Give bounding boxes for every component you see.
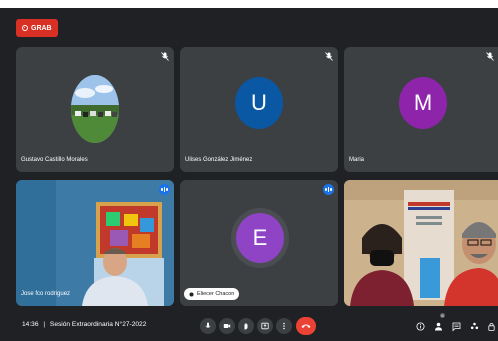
meeting-time: 14:36 bbox=[22, 321, 39, 328]
participant-name: Eliecer Chacon bbox=[197, 291, 235, 297]
participant-photo bbox=[71, 75, 119, 143]
top-strip bbox=[0, 0, 498, 8]
people-icon[interactable] bbox=[434, 321, 443, 332]
participant-video bbox=[344, 180, 498, 306]
raise-hand-button[interactable] bbox=[238, 318, 254, 334]
present-icon bbox=[261, 322, 269, 330]
mic-off-icon bbox=[486, 52, 494, 61]
people-count-badge: 6 bbox=[440, 313, 445, 318]
bottom-bar: 14:36 | Sesión Extraordinaria N°27-2022 bbox=[0, 308, 498, 341]
avatar-initial: M bbox=[413, 90, 433, 115]
lock-icon[interactable] bbox=[487, 321, 496, 332]
meeting-title: Sesión Extraordinaria N°27-2022 bbox=[49, 321, 147, 328]
more-icon bbox=[283, 322, 285, 330]
participant-tile[interactable]: Gustavo Castillo Morales bbox=[16, 47, 174, 172]
name-chip: Eliecer Chacon bbox=[184, 288, 240, 300]
chat-icon[interactable] bbox=[452, 321, 461, 332]
mic-icon bbox=[205, 322, 211, 328]
recording-badge: GRAB bbox=[16, 19, 58, 37]
hangup-button[interactable] bbox=[296, 317, 316, 335]
participant-name: Gustavo Castillo Morales bbox=[21, 157, 88, 163]
participant-avatar: M bbox=[399, 77, 447, 129]
participant-avatar: E bbox=[236, 213, 284, 263]
participant-tile[interactable]: E Eliecer Chacon bbox=[180, 180, 338, 306]
speaking-indicator-icon bbox=[159, 184, 170, 195]
participant-tile[interactable]: Jose fco rodriguez bbox=[16, 180, 174, 306]
avatar-initial: E bbox=[252, 225, 268, 250]
hand-icon bbox=[189, 292, 194, 296]
camera-icon bbox=[223, 324, 231, 328]
participant-name: Maria bbox=[349, 157, 365, 163]
meeting-separator: | bbox=[43, 321, 46, 328]
mic-button[interactable] bbox=[200, 318, 216, 334]
hangup-icon bbox=[301, 324, 311, 328]
meet-stage: GRAB Gustavo Castillo Morales U Ulises G… bbox=[0, 0, 498, 341]
recording-label: GRAB bbox=[31, 24, 52, 32]
more-options-button[interactable] bbox=[276, 318, 292, 334]
participant-tile[interactable]: U Ulises González Jiménez bbox=[180, 47, 338, 172]
mic-off-icon bbox=[161, 52, 169, 61]
record-icon bbox=[22, 25, 28, 31]
hand-icon bbox=[244, 322, 248, 330]
info-icon[interactable] bbox=[416, 321, 425, 332]
activities-icon[interactable] bbox=[470, 321, 479, 332]
meeting-info: 14:36 | Sesión Extraordinaria N°27-2022 bbox=[22, 321, 146, 328]
participant-video bbox=[16, 180, 174, 306]
participant-avatar: U bbox=[235, 77, 283, 129]
speaking-indicator-icon bbox=[323, 184, 334, 195]
participant-tile[interactable] bbox=[344, 180, 498, 306]
participant-name: Jose fco rodriguez bbox=[21, 291, 71, 297]
present-button[interactable] bbox=[257, 318, 273, 334]
avatar-initial: U bbox=[251, 90, 267, 115]
camera-button[interactable] bbox=[219, 318, 235, 334]
participant-name: Ulises González Jiménez bbox=[185, 157, 253, 163]
participant-tile[interactable]: M Maria bbox=[344, 47, 498, 172]
mic-off-icon bbox=[325, 52, 333, 61]
